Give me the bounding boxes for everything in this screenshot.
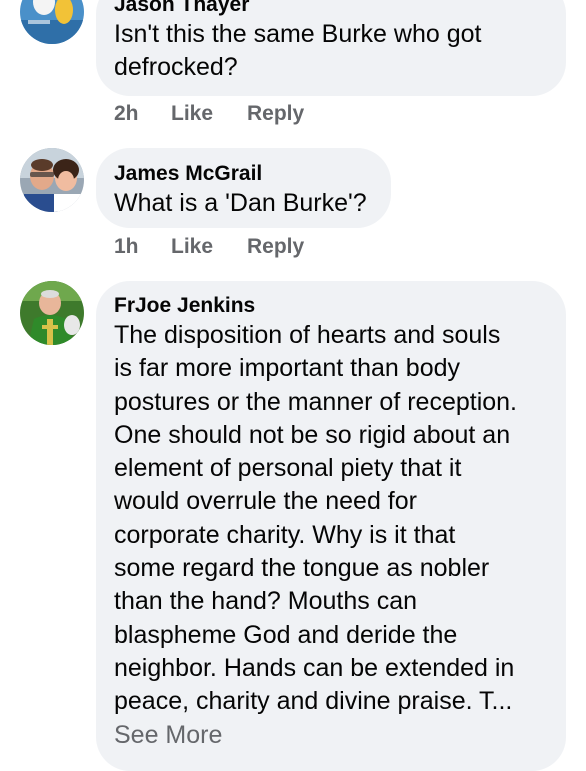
- avatar[interactable]: [20, 148, 84, 212]
- comment-text: The disposition of hearts and souls is f…: [114, 321, 518, 716]
- comment-text: Isn't this the same Burke who got defroc…: [114, 20, 482, 82]
- comment-bubble[interactable]: FrJoe Jenkins The disposition of hearts …: [96, 281, 566, 771]
- comment-author[interactable]: James McGrail: [114, 161, 373, 187]
- see-more-link[interactable]: See More: [114, 719, 548, 752]
- comment-timestamp[interactable]: 1h: [114, 235, 171, 259]
- like-button[interactable]: Like: [171, 235, 247, 259]
- comment-text: What is a 'Dan Burke'?: [114, 189, 367, 217]
- avatar-image: [20, 148, 84, 212]
- avatar-image: [20, 281, 84, 345]
- avatar[interactable]: [20, 281, 84, 345]
- comment-actions: 2h Like Reply: [114, 102, 304, 126]
- comment-timestamp[interactable]: 2h: [114, 102, 171, 126]
- avatar[interactable]: [20, 0, 84, 44]
- comment-bubble[interactable]: Jason Thayer Isn't this the same Burke w…: [96, 0, 566, 96]
- reply-button[interactable]: Reply: [247, 102, 304, 126]
- like-button[interactable]: Like: [171, 102, 247, 126]
- reply-button[interactable]: Reply: [247, 235, 304, 259]
- comment-actions: 1h Like Reply: [114, 235, 304, 259]
- comment-bubble[interactable]: James McGrail What is a 'Dan Burke'?: [96, 148, 391, 228]
- avatar-image: [20, 0, 84, 44]
- comment-author[interactable]: Jason Thayer: [114, 0, 548, 18]
- comment-author[interactable]: FrJoe Jenkins: [114, 293, 548, 319]
